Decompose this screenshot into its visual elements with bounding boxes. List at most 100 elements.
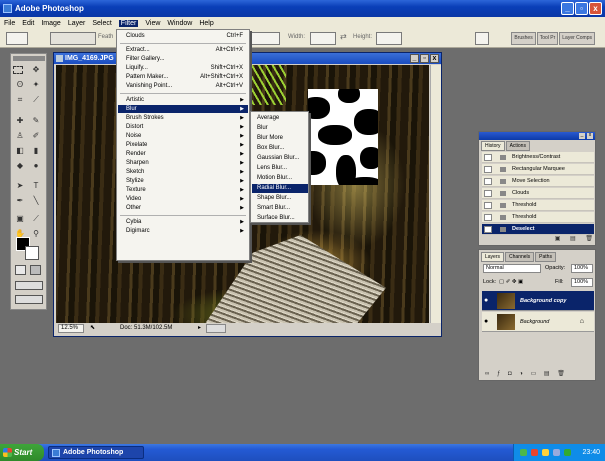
history-state-row[interactable]: Rectangular Marquee (482, 164, 594, 175)
history-brush-source-checkbox[interactable] (484, 154, 492, 161)
history-state-row[interactable]: Threshold (482, 212, 594, 223)
doc-maximize-button[interactable]: ▫ (420, 54, 429, 63)
blur-submenu-item-surface-blur[interactable]: Surface Blur... (252, 214, 308, 223)
selection-mode-buttons[interactable] (50, 32, 96, 45)
filter-menu-item-video[interactable]: Video ▶ (118, 195, 248, 203)
tab-layers[interactable]: Layers (481, 252, 505, 262)
horizontal-scrollbar[interactable] (206, 324, 226, 333)
jump-to-imageready-icon[interactable] (15, 295, 43, 304)
palette-minimize-button[interactable]: _ (579, 133, 585, 139)
filter-menu-item-sharpen[interactable]: Sharpen ▶ (118, 159, 248, 167)
menu-window[interactable]: Window (167, 20, 192, 27)
tab-paths[interactable]: Paths (535, 252, 556, 262)
menu-image[interactable]: Image (41, 20, 60, 27)
blur-submenu-item-smart-blur[interactable]: Smart Blur... (252, 204, 308, 213)
width-field[interactable] (310, 32, 336, 45)
lock-icons[interactable]: ▢ ✐ ✥ ▣ (499, 278, 523, 287)
brush-tool-icon[interactable]: ✎ (29, 116, 43, 126)
maximize-button[interactable]: ▫ (575, 2, 588, 15)
new-document-icon[interactable]: ▤ (570, 236, 576, 242)
type-tool-icon[interactable]: T (29, 181, 43, 191)
filter-menu-item-texture[interactable]: Texture ▶ (118, 186, 248, 194)
tray-antivirus-icon[interactable] (530, 448, 538, 456)
eraser-tool-icon[interactable]: ◧ (13, 146, 27, 156)
tray-app-icon[interactable] (520, 448, 527, 456)
blur-submenu-item-gaussian-blur[interactable]: Gaussian Blur... (252, 154, 308, 163)
filter-menu-item-stylize[interactable]: Stylize ▶ (118, 177, 248, 185)
filter-menu-item-distort[interactable]: Distort ▶ (118, 123, 248, 131)
new-snapshot-icon[interactable]: ▣ (555, 236, 561, 242)
visibility-eye-icon[interactable]: ● (484, 318, 492, 326)
filter-menu-item-pixelate[interactable]: Pixelate ▶ (118, 141, 248, 149)
history-brush-source-checkbox[interactable] (484, 190, 492, 197)
blur-submenu-item-box-blur[interactable]: Box Blur... (252, 144, 308, 153)
doc-close-button[interactable]: x (430, 54, 439, 63)
blur-submenu-item-blur[interactable]: Blur (252, 124, 308, 133)
marquee-tool-icon[interactable] (13, 66, 23, 74)
start-button[interactable]: Start (0, 444, 44, 461)
filter-menu-item-other[interactable]: Other ▶ (118, 204, 248, 212)
filter-menu-item-blur[interactable]: Blur ▶ (118, 105, 248, 113)
shape-tool-icon[interactable]: ╲ (29, 196, 43, 206)
menu-edit[interactable]: Edit (22, 20, 34, 27)
close-button[interactable]: x (589, 2, 602, 15)
history-brush-icon[interactable]: ✐ (29, 131, 43, 141)
minimize-button[interactable]: _ (561, 2, 574, 15)
quick-mask-icon[interactable] (30, 265, 41, 275)
slice-tool-icon[interactable]: ⟋ (29, 95, 43, 105)
history-brush-source-checkbox[interactable] (484, 226, 492, 233)
standard-mode-icon[interactable] (15, 265, 26, 275)
delete-layer-icon[interactable]: 🗑 (557, 371, 565, 377)
zoom-level-field[interactable]: 12.5% (58, 324, 84, 333)
filter-menu-item-cybia[interactable]: Cybia ▶ (118, 218, 248, 226)
lasso-tool-icon[interactable]: ʘ (13, 80, 27, 90)
layer-mask-icon[interactable]: ◘ (508, 371, 512, 377)
adjustment-layer-icon[interactable]: ◑ (519, 371, 523, 377)
eyedropper-icon[interactable]: ⟋ (29, 214, 43, 224)
tray-network-icon[interactable] (541, 448, 549, 456)
menu-view[interactable]: View (145, 20, 160, 27)
menu-select[interactable]: Select (92, 20, 111, 27)
clone-stamp-icon[interactable]: ♙ (13, 131, 27, 141)
layer-row-background-copy[interactable]: ● Background copy (482, 291, 594, 311)
gradient-tool-icon[interactable]: ▮ (29, 146, 43, 156)
blur-submenu-item-average[interactable]: Average (252, 114, 308, 123)
new-group-icon[interactable]: ▭ (531, 371, 537, 377)
filter-menu-item-noise[interactable]: Noise ▶ (118, 132, 248, 140)
filter-menu-item-sketch[interactable]: Sketch ▶ (118, 168, 248, 176)
filter-menu-item-digimarc[interactable]: Digimarc ▶ (118, 227, 248, 235)
tray-volume-icon[interactable] (552, 448, 560, 456)
blur-tool-icon[interactable]: ◆ (13, 161, 27, 171)
layer-style-icon[interactable]: ƒ (497, 371, 500, 377)
tray-update-icon[interactable] (563, 448, 571, 456)
filter-menu-item-brush-strokes[interactable]: Brush Strokes ▶ (118, 114, 248, 122)
tab-history[interactable]: History (481, 141, 505, 151)
palette-tab-tool-presets[interactable]: Tool Pr (536, 32, 559, 45)
visibility-eye-icon[interactable]: ● (484, 297, 492, 305)
tab-actions[interactable]: Actions (505, 141, 530, 151)
filter-menu-item-render[interactable]: Render ▶ (118, 150, 248, 158)
swap-icon[interactable]: ⇄ (340, 32, 347, 41)
history-palette-title-bar[interactable]: _ x (479, 132, 595, 140)
taskbar-item-photoshop[interactable]: Adobe Photoshop (48, 446, 144, 459)
status-menu-arrow-icon[interactable]: ▸ (198, 323, 201, 334)
new-layer-icon[interactable]: ▤ (544, 371, 550, 377)
magic-wand-icon[interactable]: ✦ (29, 80, 43, 90)
trash-icon[interactable]: 🗑 (585, 236, 593, 242)
fill-field[interactable]: 100% (571, 278, 593, 287)
filter-menu-item-clouds[interactable]: Clouds Ctrl+F (118, 32, 248, 40)
tab-channels[interactable]: Channels (505, 252, 535, 262)
move-tool-icon[interactable]: ✥ (29, 65, 43, 75)
vertical-scrollbar[interactable] (430, 65, 441, 323)
history-state-row[interactable]: Brightness/Contrast (482, 152, 594, 163)
blur-submenu-item-blur-more[interactable]: Blur More (252, 134, 308, 143)
blur-submenu-item-motion-blur[interactable]: Motion Blur... (252, 174, 308, 183)
link-layers-icon[interactable]: ∞ (485, 371, 489, 377)
history-state-row[interactable]: Deselect (482, 224, 594, 235)
history-state-row[interactable]: Move Selection (482, 176, 594, 187)
healing-brush-icon[interactable]: ✚ (13, 116, 27, 126)
history-brush-source-checkbox[interactable] (484, 178, 492, 185)
filter-menu-item-liquify[interactable]: Liquify... Shift+Ctrl+X (118, 64, 248, 72)
filter-menu-item-filter-gallery[interactable]: Filter Gallery... (118, 55, 248, 63)
palette-tab-brushes[interactable]: Brushes (511, 32, 536, 45)
